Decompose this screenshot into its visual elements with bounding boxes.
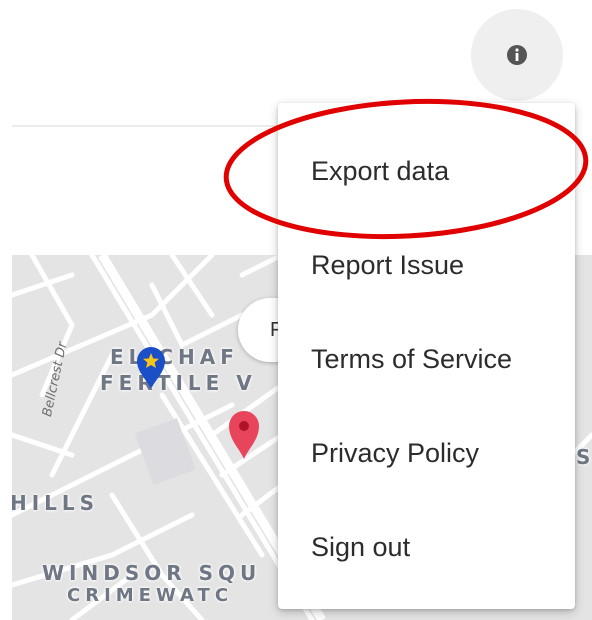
map-label-hills: HILLS [12,491,100,515]
menu-item-sign-out[interactable]: Sign out [278,500,575,594]
map-label-fertile: FERTILE V [100,371,257,395]
menu-item-label: Sign out [311,531,411,562]
menu-item-label: Export data [311,155,450,186]
map-label-windsor: WINDSOR SQU [42,561,262,585]
info-icon [507,45,527,65]
menu-item-label: Report Issue [311,249,465,280]
menu-item-label: Terms of Service [311,343,513,374]
header-divider [12,125,282,127]
menu-item-terms-of-service[interactable]: Terms of Service [278,312,575,406]
info-button[interactable] [471,9,563,101]
map-label-crimewatch: CRIMEWATC [67,585,234,606]
map-label-edge: S [576,445,592,469]
menu-item-report-issue[interactable]: Report Issue [278,218,575,312]
location-pin-red-icon[interactable] [228,410,260,460]
menu-item-label: Privacy Policy [311,437,480,468]
overflow-menu: Export data Report Issue Terms of Servic… [278,103,575,609]
location-pin-blue-icon[interactable] [136,346,166,390]
map-label-el-chaf: EL CHAF [110,345,239,369]
menu-item-export-data[interactable]: Export data [278,124,575,218]
menu-item-privacy-policy[interactable]: Privacy Policy [278,406,575,500]
